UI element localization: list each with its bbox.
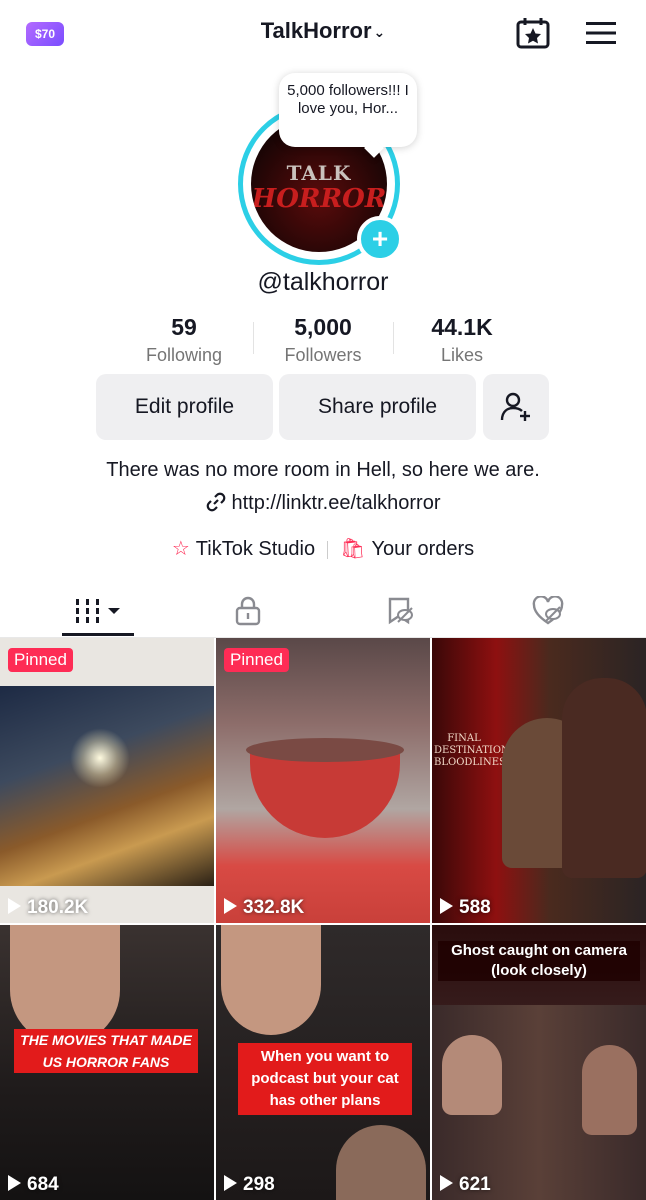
bookmark-hidden-icon xyxy=(388,597,413,625)
studio-user-star-icon: ☆ xyxy=(171,538,190,560)
stat-value: 44.1K xyxy=(431,314,493,340)
view-count: 332.8K xyxy=(224,897,304,919)
creator-links: ☆ TikTok Studio 🛍 Your orders xyxy=(0,536,646,561)
share-profile-label: Share profile xyxy=(317,395,438,418)
view-count-value: 621 xyxy=(459,1174,491,1195)
tab-videos[interactable] xyxy=(18,585,179,637)
play-icon xyxy=(8,898,21,914)
add-story-icon[interactable]: + xyxy=(357,216,403,262)
top-bar: $70 TalkHorror ⌄ xyxy=(0,0,646,66)
thumbnail-person-right xyxy=(562,678,646,878)
thumbnail-bowl-top xyxy=(246,738,404,762)
stat-followers[interactable]: 5,000 Followers xyxy=(248,314,398,366)
view-count: 621 xyxy=(440,1174,491,1196)
pinned-badge: Pinned xyxy=(224,648,289,672)
thumbnail-person xyxy=(10,925,120,1045)
account-username: TalkHorror xyxy=(260,18,372,43)
link-icon xyxy=(206,492,226,518)
view-count-value: 298 xyxy=(243,1174,275,1195)
video-caption: Ghost caught on camera (look closely) xyxy=(438,941,640,981)
stat-value: 59 xyxy=(171,314,197,340)
thumbnail-person xyxy=(442,1035,502,1115)
edit-profile-label: Edit profile xyxy=(134,395,235,418)
profile-link[interactable]: http://linktr.ee/talkhorror xyxy=(0,492,646,518)
divider xyxy=(327,540,329,559)
profile-handle: @talkhorror xyxy=(257,268,389,296)
video-caption: THE MOVIES THAT MADE US HORROR FANS xyxy=(14,1029,198,1073)
active-tab-indicator xyxy=(62,633,134,636)
hamburger-icon[interactable] xyxy=(584,20,618,46)
profile-bio: There was no more room in Hell, so here … xyxy=(106,459,540,481)
chevron-down-icon: ⌄ xyxy=(373,23,386,40)
heart-hidden-icon xyxy=(532,596,563,625)
video-grid-icon xyxy=(75,599,120,623)
view-count-value: 332.8K xyxy=(243,897,305,918)
lock-icon xyxy=(235,596,260,626)
view-count: 588 xyxy=(440,897,491,919)
view-count: 684 xyxy=(8,1174,59,1196)
avatar-logo-text-top: TALK xyxy=(286,161,352,185)
profile-stats: 59 Following 5,000 Followers 44.1K Likes xyxy=(0,314,646,372)
stat-following[interactable]: 59 Following xyxy=(109,314,259,366)
stat-label: Followers xyxy=(284,345,362,365)
edit-profile-button[interactable]: Edit profile xyxy=(96,374,273,440)
video-thumbnail[interactable]: Pinned 180.2K xyxy=(0,638,214,923)
video-thumbnail[interactable]: FINAL DESTINATION BLOODLINES 588 xyxy=(432,638,646,923)
video-grid: Pinned 180.2K Pinned 332.8K FINAL DESTIN… xyxy=(0,638,646,1200)
play-icon xyxy=(440,898,453,914)
add-user-icon xyxy=(500,392,530,421)
calendar-star-icon[interactable] xyxy=(516,17,550,49)
pinned-badge: Pinned xyxy=(8,648,73,672)
play-icon xyxy=(8,1175,21,1191)
thumbnail-person-2 xyxy=(582,1045,637,1135)
stat-label: Likes xyxy=(440,345,484,365)
view-count-value: 180.2K xyxy=(27,897,89,918)
stat-value: 5,000 xyxy=(294,314,352,340)
share-profile-button[interactable]: Share profile xyxy=(279,374,476,440)
your-orders-link[interactable]: 🛍 Your orders xyxy=(340,538,474,560)
view-count: 180.2K xyxy=(8,897,88,919)
stat-likes[interactable]: 44.1K Likes xyxy=(387,314,537,366)
video-thumbnail[interactable]: Pinned 332.8K xyxy=(216,638,430,923)
thumbnail-person-2 xyxy=(336,1125,426,1200)
video-caption: When you want to podcast but your cat ha… xyxy=(238,1043,412,1115)
profile-note-text: 5,000 followers!!! I love you, Hor... xyxy=(287,82,409,117)
your-orders-label: Your orders xyxy=(371,538,475,560)
play-icon xyxy=(224,1175,237,1191)
profile-link-text: http://linktr.ee/talkhorror xyxy=(231,492,441,514)
thumbnail-person xyxy=(221,925,321,1035)
avatar-logo-text-bottom: HORROR xyxy=(251,184,387,214)
thumbnail-glow xyxy=(70,728,130,788)
profile-tabs xyxy=(0,585,646,638)
shopping-bag-icon: 🛍 xyxy=(340,538,366,560)
tiktok-studio-link[interactable]: ☆ TikTok Studio xyxy=(172,538,315,560)
stat-label: Following xyxy=(145,345,223,365)
video-thumbnail[interactable]: When you want to podcast but your cat ha… xyxy=(216,925,430,1200)
tiktok-studio-label: TikTok Studio xyxy=(195,538,316,560)
poster-text: FINAL DESTINATION BLOODLINES xyxy=(434,733,510,768)
play-icon xyxy=(224,898,237,914)
video-thumbnail[interactable]: THE MOVIES THAT MADE US HORROR FANS 684 xyxy=(0,925,214,1200)
view-count-value: 684 xyxy=(27,1174,59,1195)
profile-note-bubble[interactable]: 5,000 followers!!! I love you, Hor... xyxy=(279,73,417,147)
tab-liked[interactable] xyxy=(467,585,628,637)
add-friends-button[interactable] xyxy=(483,374,549,440)
tab-private[interactable] xyxy=(167,585,328,637)
play-icon xyxy=(440,1175,453,1191)
video-thumbnail[interactable]: Ghost caught on camera (look closely) 62… xyxy=(432,925,646,1200)
view-count-value: 588 xyxy=(459,897,491,918)
tab-favorites[interactable] xyxy=(319,585,480,637)
view-count: 298 xyxy=(224,1174,275,1196)
